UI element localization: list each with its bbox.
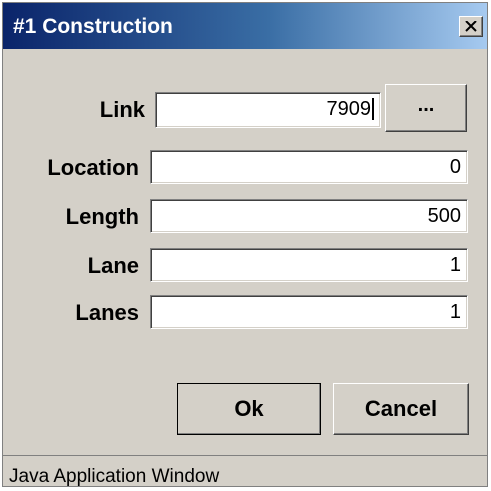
ok-button[interactable]: Ok — [177, 383, 321, 435]
title-bar[interactable]: #1 Construction — [3, 3, 487, 49]
lanes-input[interactable]: 1 — [150, 295, 468, 329]
window-title: #1 Construction — [13, 15, 173, 38]
lanes-label: Lanes — [75, 300, 139, 325]
browse-button[interactable]: ... — [385, 84, 467, 132]
status-text: Java Application Window — [9, 466, 220, 487]
status-bar: Java Application Window — [3, 455, 487, 487]
length-label: Length — [65, 204, 139, 229]
lane-label: Lane — [87, 253, 139, 278]
text-caret — [372, 98, 374, 120]
link-value: 7909 — [326, 98, 372, 120]
link-label: Link — [99, 97, 145, 122]
close-button[interactable] — [459, 16, 483, 37]
link-input[interactable]: 7909 — [155, 92, 381, 128]
close-icon — [465, 21, 477, 32]
cancel-button[interactable]: Cancel — [333, 383, 469, 435]
location-label: Location — [47, 155, 139, 180]
lane-input[interactable]: 1 — [150, 248, 468, 282]
length-input[interactable]: 500 — [150, 199, 468, 233]
location-input[interactable]: 0 — [150, 150, 468, 184]
dialog-window: #1 Construction Link 7909 ... Location 0… — [2, 2, 488, 487]
